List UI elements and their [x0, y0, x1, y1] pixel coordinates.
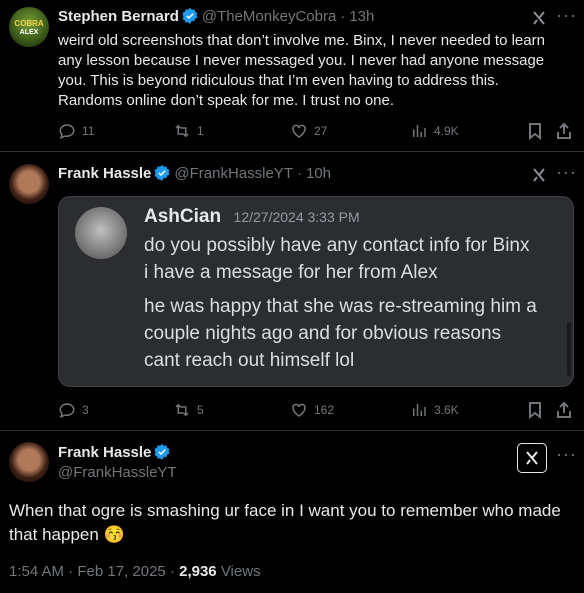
reply-icon [59, 403, 75, 419]
views-icon [413, 404, 426, 416]
share-icon[interactable] [556, 122, 572, 140]
display-name[interactable]: Frank Hassle [58, 444, 151, 461]
grok-icon[interactable] [530, 9, 548, 27]
embed-line: cant reach out himself lol [144, 350, 355, 371]
grok-icon[interactable] [530, 166, 548, 184]
display-name[interactable]: Stephen Bernard [58, 8, 179, 25]
tweet-text-line: When that ogre is smashing ur face in I … [9, 501, 561, 520]
embed-line: i have a message for her from Alex [144, 262, 438, 283]
views-label: Views [216, 563, 261, 580]
post-time[interactable]: 1:54 AM · Feb 17, 2025 · [9, 563, 179, 580]
bookmark-icon[interactable] [527, 122, 543, 140]
tweet-header: Frank Hassle @FrankHassleYT · 10h [58, 165, 331, 183]
tweet-text-line: you. This is beyond ridiculous that I’m … [58, 72, 499, 89]
embed-message: do you possibly have any contact info fo… [144, 232, 530, 286]
repost-count: 1 [197, 124, 204, 138]
views-button[interactable]: 3.6K [410, 401, 459, 419]
repost-icon [175, 403, 189, 417]
tweet-text-line: Randoms online don’t speak for me. I tru… [58, 92, 395, 109]
embed-timestamp: 12/27/2024 3:33 PM [233, 209, 360, 225]
embed-line: couple nights ago and for obvious reason… [144, 323, 502, 344]
embed-header: AshCian 12/27/2024 3:33 PM [144, 206, 360, 228]
user-handle[interactable]: @FrankHassleYT [174, 165, 293, 182]
avatar[interactable] [9, 164, 49, 204]
avatar[interactable] [9, 442, 49, 482]
tweet-text-segment: that happen [9, 525, 99, 544]
embed-author: AshCian [144, 206, 222, 227]
avatar-text: ALEX [19, 29, 39, 36]
like-button[interactable]: 27 [290, 122, 327, 140]
verified-badge-icon [154, 165, 170, 181]
timestamp[interactable]: 13h [349, 8, 374, 25]
more-options-icon[interactable]: ··· [556, 5, 577, 26]
reply-count: 3 [82, 403, 89, 417]
like-count: 27 [314, 124, 328, 138]
divider [0, 430, 584, 431]
repost-button[interactable]: 1 [173, 122, 204, 140]
user-handle[interactable]: @TheMonkeyCobra [202, 8, 336, 25]
separator: · [296, 165, 302, 182]
avatar-text: COBRA [14, 19, 44, 28]
views-count: 2,936 [179, 563, 217, 580]
reply-button[interactable]: 3 [58, 401, 89, 419]
views-icon [413, 125, 426, 137]
verified-badge-icon [154, 444, 170, 460]
avatar[interactable]: COBRA ALEX [9, 7, 49, 47]
embedded-screenshot[interactable]: AshCian 12/27/2024 3:33 PM do you possib… [58, 196, 574, 387]
share-icon[interactable] [556, 401, 572, 419]
reply-count: 11 [82, 124, 95, 138]
separator: · [340, 8, 346, 25]
reply-icon [59, 124, 75, 140]
like-count: 162 [314, 403, 335, 417]
user-handle[interactable]: @FrankHassleYT [58, 464, 177, 481]
verified-badge-icon [182, 8, 198, 24]
grok-icon [526, 451, 538, 465]
grok-button[interactable] [517, 443, 547, 473]
tweet-header: Stephen Bernard @TheMonkeyCobra · 13h [58, 8, 374, 26]
views-count: 3.6K [434, 403, 459, 417]
bookmark-icon[interactable] [527, 401, 543, 419]
divider [0, 151, 584, 152]
views-count: 4.9K [434, 124, 459, 138]
tweet-header: Frank Hassle [58, 444, 174, 462]
reply-button[interactable]: 11 [58, 122, 94, 140]
embed-line: do you possibly have any contact info fo… [144, 235, 530, 256]
timestamp[interactable]: 10h [306, 165, 331, 182]
repost-button[interactable]: 5 [173, 401, 204, 419]
repost-count: 5 [197, 403, 204, 417]
heart-icon [292, 124, 306, 138]
more-options-icon[interactable]: ··· [556, 444, 577, 465]
tweet-text: When that ogre is smashing ur face in I … [9, 499, 581, 547]
kissing-face-emoji: 😚 [103, 525, 125, 544]
tweet-meta: 1:54 AM · Feb 17, 2025 · 2,936 Views [9, 563, 261, 580]
tweet-text-line: weird old screenshots that don’t involve… [58, 32, 545, 49]
views-button[interactable]: 4.9K [410, 122, 459, 140]
more-options-icon[interactable]: ··· [556, 162, 577, 183]
tweet-text-line: any lesson because I never messaged you.… [58, 52, 545, 69]
embed-message: he was happy that she was re-streaming h… [144, 293, 537, 374]
tweet-text: weird old screenshots that don’t involve… [58, 31, 578, 111]
embed-avatar [75, 207, 127, 259]
display-name[interactable]: Frank Hassle [58, 165, 151, 182]
heart-icon [292, 403, 306, 417]
embed-line: he was happy that she was re-streaming h… [144, 296, 537, 317]
like-button[interactable]: 162 [290, 401, 334, 419]
tweet-text-line: that happen 😚 [9, 523, 581, 547]
scrollbar[interactable] [567, 322, 571, 377]
repost-icon [175, 124, 189, 138]
